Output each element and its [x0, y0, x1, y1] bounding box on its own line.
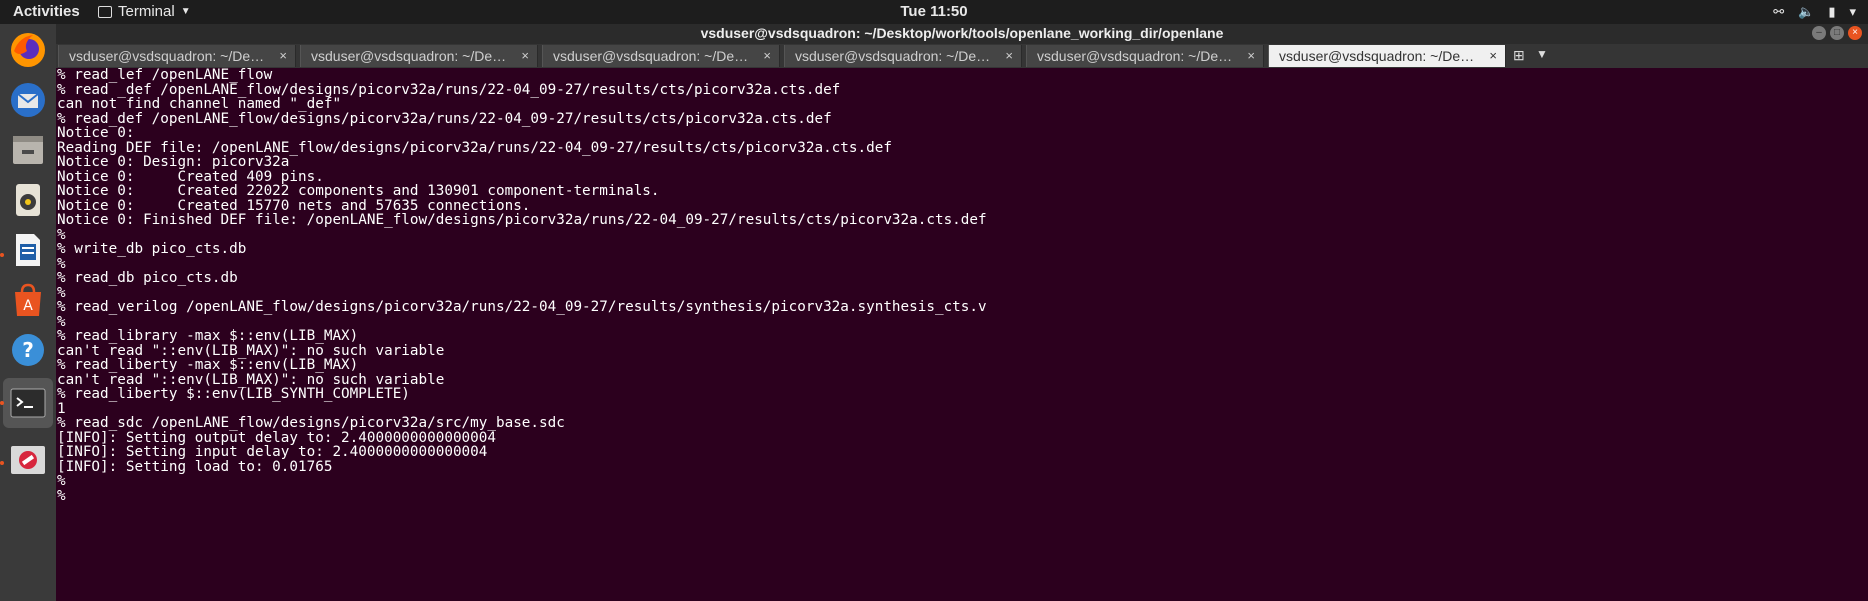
close-button[interactable]: ×	[1848, 26, 1862, 40]
firefox-icon[interactable]	[8, 30, 48, 70]
close-icon[interactable]: ×	[279, 45, 287, 67]
terminal-line: % read_db pico_cts.db	[57, 270, 238, 286]
terminal-line: % read_liberty -max $::env(LIB_MAX)	[57, 357, 359, 373]
terminal-line: % read _def /openLANE_flow/designs/picor…	[57, 81, 841, 98]
terminal-line: % read_verilog /openLANE_flow/designs/pi…	[57, 299, 987, 315]
network-icon[interactable]: ⚯	[1773, 3, 1784, 21]
clock[interactable]: Tue 11:50	[0, 3, 1868, 21]
terminal-line: [INFO]: Setting output delay to: 2.40000…	[57, 429, 496, 446]
terminal-line: % read_sdc /openLANE_flow/designs/picorv…	[57, 415, 565, 431]
terminal-line: can't read "::env(LIB_MAX)": no such var…	[57, 342, 445, 359]
terminal-line: 1	[57, 400, 66, 417]
blocked-app-icon[interactable]	[8, 440, 48, 480]
terminal-window: vsduser@vsdsquadron: ~/Desktop/work/tool…	[56, 24, 1868, 601]
thunderbird-icon[interactable]	[8, 80, 48, 120]
software-center-icon[interactable]: A	[8, 280, 48, 320]
terminal-line: % write_db pico_cts.db	[57, 241, 247, 257]
chevron-down-icon: ▼	[180, 6, 191, 17]
terminal-line: %	[57, 284, 66, 301]
terminal-lines: % read_lef /openLANE_flow% read _def /op…	[56, 68, 1868, 503]
running-indicator	[0, 461, 4, 465]
svg-text:A: A	[23, 298, 33, 314]
terminal-line: Notice 0: Design: picorv32a	[57, 154, 290, 170]
terminal-line: [INFO]: Setting input delay to: 2.400000…	[57, 444, 488, 460]
tab-label: vsduser@vsdsquadron: ~/Desktop/...	[1037, 48, 1237, 64]
running-indicator	[0, 253, 4, 257]
files-icon[interactable]	[8, 130, 48, 170]
close-icon[interactable]: ×	[1005, 45, 1013, 67]
terminal-line: can't read "::env(LIB_MAX)": no such var…	[57, 371, 445, 388]
rhythmbox-icon[interactable]	[8, 180, 48, 220]
tab-3[interactable]: vsduser@vsdsquadron: ~/Desktop/... ×	[542, 45, 780, 67]
terminal-line: %	[57, 226, 66, 243]
tab-6[interactable]: vsduser@vsdsquadron: ~/Desktop/... ×	[1268, 45, 1506, 67]
dock: A ?	[0, 24, 56, 601]
terminal-line: Reading DEF file: /openLANE_flow/designs…	[57, 139, 892, 156]
minimize-button[interactable]: –	[1812, 26, 1826, 40]
terminal-output[interactable]: % read_lef /openLANE_flow% read _def /op…	[56, 68, 1868, 601]
terminal-line: Notice 0: Created 409 pins.	[57, 168, 324, 185]
close-icon[interactable]: ×	[1489, 45, 1497, 67]
terminal-line: % read_library -max $::env(LIB_MAX)	[57, 328, 359, 344]
terminal-line: %	[57, 487, 66, 504]
tab-label: vsduser@vsdsquadron: ~/Desktop/...	[311, 48, 511, 64]
activities-button[interactable]: Activities	[13, 3, 80, 21]
top-bar: Activities Terminal ▼ Tue 11:50 ⚯ 🔈 ▮ ▾	[0, 0, 1868, 24]
close-icon[interactable]: ×	[763, 45, 771, 67]
libreoffice-writer-icon[interactable]	[8, 230, 48, 270]
app-menu-label: Terminal	[118, 3, 175, 20]
tab-2[interactable]: vsduser@vsdsquadron: ~/Desktop/... ×	[300, 45, 538, 67]
title-bar[interactable]: vsduser@vsdsquadron: ~/Desktop/work/tool…	[56, 24, 1868, 44]
tab-5[interactable]: vsduser@vsdsquadron: ~/Desktop/... ×	[1026, 45, 1264, 67]
terminal-line: %	[57, 313, 66, 330]
terminal-line: Notice 0:	[57, 125, 135, 141]
terminal-line: % read_def /openLANE_flow/designs/picorv…	[57, 110, 832, 127]
terminal-line: Notice 0: Created 15770 nets and 57635 c…	[57, 197, 531, 214]
terminal-line: Notice 0: Finished DEF file: /openLANE_f…	[57, 212, 987, 228]
volume-icon[interactable]: 🔈	[1798, 3, 1814, 21]
close-icon[interactable]: ×	[521, 45, 529, 67]
close-icon[interactable]: ×	[1247, 45, 1255, 67]
tab-bar: vsduser@vsdsquadron: ~/Desktop/... × vsd…	[56, 44, 1868, 68]
app-menu[interactable]: Terminal ▼	[98, 3, 191, 21]
tab-4[interactable]: vsduser@vsdsquadron: ~/Desktop/... ×	[784, 45, 1022, 67]
tab-label: vsduser@vsdsquadron: ~/Desktop/...	[69, 48, 269, 64]
maximize-button[interactable]: □	[1830, 26, 1844, 40]
terminal-line: can not find channel named "_def"	[57, 96, 342, 112]
terminal-line: %	[57, 255, 66, 272]
terminal-line: % read_liberty $::env(LIB_SYNTH_COMPLETE…	[57, 386, 410, 402]
help-icon[interactable]: ?	[8, 330, 48, 370]
new-tab-icon[interactable]: ⊞	[1513, 47, 1525, 64]
window-title: vsduser@vsdsquadron: ~/Desktop/work/tool…	[700, 25, 1224, 41]
window-controls: – □ ×	[1812, 26, 1862, 40]
terminal-line: [INFO]: Setting load to: 0.01765	[57, 458, 333, 475]
terminal-icon	[98, 6, 112, 18]
terminal-line: Notice 0: Created 22022 components and 1…	[57, 183, 660, 199]
chevron-down-icon[interactable]: ▾	[1849, 3, 1856, 21]
svg-text:?: ?	[22, 338, 34, 362]
terminal-line: % read_lef /openLANE_flow	[57, 68, 273, 83]
terminal-icon[interactable]	[3, 378, 53, 428]
chevron-down-icon[interactable]: ▼	[1536, 47, 1548, 61]
battery-icon[interactable]: ▮	[1828, 3, 1835, 21]
system-tray[interactable]: ⚯ 🔈 ▮ ▾	[1773, 3, 1856, 21]
terminal-line: %	[57, 473, 66, 489]
tab-label: vsduser@vsdsquadron: ~/Desktop/...	[553, 48, 753, 64]
tab-1[interactable]: vsduser@vsdsquadron: ~/Desktop/... ×	[58, 45, 296, 67]
running-indicator	[0, 401, 4, 405]
tab-label: vsduser@vsdsquadron: ~/Desktop/...	[795, 48, 995, 64]
tab-label: vsduser@vsdsquadron: ~/Desktop/...	[1279, 48, 1479, 64]
